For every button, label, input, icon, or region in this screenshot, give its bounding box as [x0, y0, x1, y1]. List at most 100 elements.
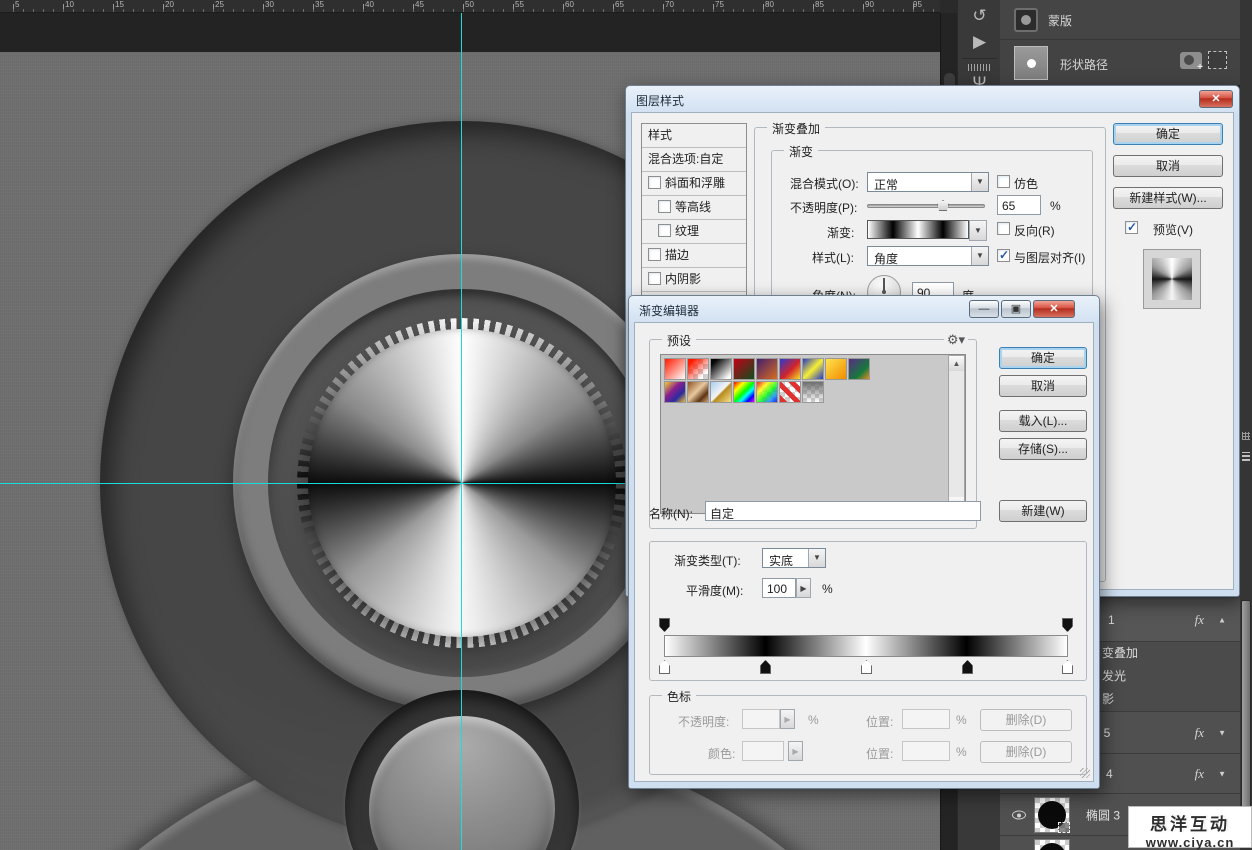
blend-options-item[interactable]: 混合选项:自定 — [642, 148, 746, 172]
add-pixel-mask-icon[interactable] — [1180, 52, 1202, 69]
effect-item[interactable]: 变叠加 — [1102, 644, 1138, 661]
collapse-effects-icon[interactable]: ▲ — [1218, 615, 1226, 624]
styles-list-header[interactable]: 样式 — [642, 124, 746, 148]
layer-thumbnail[interactable] — [1034, 839, 1070, 850]
close-icon[interactable]: ✕ — [1199, 90, 1233, 108]
actions-play-icon[interactable]: ▶ — [964, 29, 995, 55]
cancel-button[interactable]: 取消 — [999, 375, 1087, 397]
style-item-contour[interactable]: 等高线 — [642, 196, 746, 220]
checkbox[interactable] — [658, 200, 671, 213]
gradient-preset[interactable] — [825, 358, 847, 380]
expand-effects-icon[interactable]: ▼ — [1218, 769, 1226, 778]
reverse-checkbox[interactable] — [997, 222, 1010, 235]
gradient-picker-arrow[interactable]: ▼ — [969, 220, 987, 241]
visibility-eye-icon[interactable] — [1012, 810, 1026, 819]
dialog-titlebar[interactable]: 图层样式 ✕ — [626, 86, 1239, 112]
gradient-preset[interactable] — [802, 358, 824, 380]
gradient-preset[interactable] — [802, 381, 824, 403]
opacity-slider-thumb[interactable] — [937, 200, 949, 211]
photoshop-workspace: 5 10 15 20 25 30 35 40 45 50 55 60 65 70… — [0, 0, 1252, 850]
fx-badge: fx — [1195, 725, 1204, 741]
conic-gradient-preview — [1152, 258, 1192, 300]
gradient-preset[interactable] — [664, 358, 686, 380]
cancel-button[interactable]: 取消 — [1113, 155, 1223, 177]
opacity-value-field[interactable]: 65 — [997, 195, 1041, 215]
style-item-stroke[interactable]: 描边 — [642, 244, 746, 268]
chevron-down-icon[interactable]: ▼ — [971, 173, 988, 191]
minimize-icon[interactable]: — — [969, 300, 999, 318]
align-checkbox[interactable] — [997, 249, 1010, 262]
gradient-bar[interactable] — [664, 635, 1068, 657]
stop-opacity-label: 不透明度: — [678, 713, 729, 730]
checkbox[interactable] — [648, 272, 661, 285]
checkbox[interactable] — [648, 248, 661, 261]
close-icon[interactable]: ✕ — [1033, 300, 1075, 318]
preview-checkbox[interactable] — [1125, 221, 1138, 234]
name-field[interactable]: 自定 — [705, 501, 981, 521]
layer-thumbnail[interactable] — [1034, 797, 1070, 833]
checkbox[interactable] — [658, 224, 671, 237]
save-button[interactable]: 存储(S)... — [999, 438, 1087, 460]
scroll-up-icon[interactable]: ▲ — [949, 356, 964, 371]
opacity-slider[interactable] — [867, 204, 985, 208]
gradient-preset[interactable] — [779, 358, 801, 380]
ok-button[interactable]: 确定 — [1113, 123, 1223, 145]
gradient-preset[interactable] — [687, 381, 709, 403]
color-stop[interactable] — [1062, 660, 1073, 674]
gradient-swatch[interactable] — [867, 220, 969, 239]
gradient-preset[interactable] — [756, 358, 778, 380]
history-icon[interactable]: ↺ — [964, 3, 995, 29]
stops-group: 色标 不透明度: ▶ % 位置: % 删除(D) 颜色: ▶ 位置: % 删除(… — [649, 695, 1087, 775]
smoothness-field[interactable]: 100 — [762, 578, 796, 598]
gear-icon[interactable]: ⚙▾ — [944, 332, 968, 348]
ruler-label: 15 — [115, 0, 124, 9]
ruler-label: 60 — [565, 0, 574, 9]
shape-path-thumbnail[interactable] — [1014, 46, 1048, 80]
color-stop[interactable] — [861, 660, 872, 674]
gradient-preset[interactable] — [733, 358, 755, 380]
smoothness-arrow[interactable]: ▶ — [796, 578, 811, 598]
gradient-preset[interactable] — [733, 381, 755, 403]
masks-tab[interactable]: 蒙版 — [1000, 0, 1240, 40]
new-style-button[interactable]: 新建样式(W)... — [1113, 187, 1223, 209]
type-select[interactable]: 实底 ▼ — [762, 548, 826, 568]
fx-badge: fx — [1195, 766, 1204, 782]
effect-item[interactable]: 影 — [1102, 690, 1114, 707]
gradient-preset[interactable] — [710, 358, 732, 380]
color-stop[interactable] — [962, 660, 973, 674]
blend-mode-select[interactable]: 正常 ▼ — [867, 172, 989, 192]
load-button[interactable]: 载入(L)... — [999, 410, 1087, 432]
chevron-down-icon[interactable]: ▼ — [971, 247, 988, 265]
expand-effects-icon[interactable]: ▼ — [1218, 728, 1226, 737]
dither-checkbox[interactable] — [997, 175, 1010, 188]
panel-scrollbar-thumb[interactable] — [1241, 600, 1251, 840]
restore-icon[interactable]: ▣ — [1001, 300, 1031, 318]
presets-scrollbar[interactable]: ▲ ▼ — [948, 355, 965, 513]
panel-menu-icon[interactable] — [1242, 452, 1250, 461]
gradient-preset[interactable] — [710, 381, 732, 403]
style-item-inner-shadow[interactable]: 内阴影 — [642, 268, 746, 292]
add-vector-mask-icon[interactable] — [1208, 51, 1227, 69]
opacity-stop[interactable] — [1062, 618, 1073, 632]
chevron-down-icon[interactable]: ▼ — [808, 549, 825, 567]
style-item-bevel[interactable]: 斜面和浮雕 — [642, 172, 746, 196]
gradient-preset[interactable] — [779, 381, 801, 403]
color-stop[interactable] — [760, 660, 771, 674]
dialog-titlebar[interactable]: 渐变编辑器 — ▣ ✕ — [629, 296, 1099, 322]
gradient-preset[interactable] — [687, 358, 709, 380]
gradient-preset[interactable] — [664, 381, 686, 403]
new-button[interactable]: 新建(W) — [999, 500, 1087, 522]
resize-grip[interactable] — [1080, 768, 1090, 778]
checkbox[interactable] — [648, 176, 661, 189]
opacity-stop[interactable] — [659, 618, 670, 632]
style-item-texture[interactable]: 纹理 — [642, 220, 746, 244]
styles-list: 样式 混合选项:自定 斜面和浮雕 等高线 纹理 描边 内阴影 内发光 — [641, 123, 747, 317]
gradient-preset[interactable] — [756, 381, 778, 403]
style-select[interactable]: 角度 ▼ — [867, 246, 989, 266]
color-stop[interactable] — [659, 660, 670, 674]
vertical-guide[interactable] — [461, 13, 462, 850]
gradient-preset[interactable] — [848, 358, 870, 380]
ok-button[interactable]: 确定 — [999, 347, 1087, 369]
effect-item[interactable]: 发光 — [1102, 667, 1126, 684]
horizontal-ruler[interactable]: 5 10 15 20 25 30 35 40 45 50 55 60 65 70… — [0, 0, 940, 13]
